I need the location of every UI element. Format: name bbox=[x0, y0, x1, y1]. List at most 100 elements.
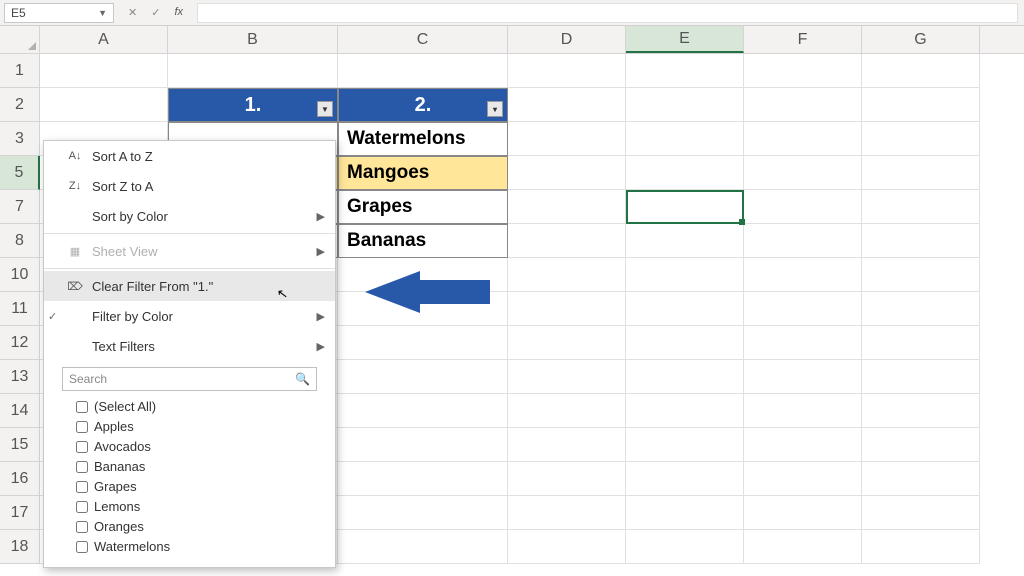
cell[interactable] bbox=[508, 190, 626, 224]
row-header[interactable]: 15 bbox=[0, 428, 40, 462]
checkbox[interactable] bbox=[76, 461, 88, 473]
cell[interactable] bbox=[862, 496, 980, 530]
col-header-B[interactable]: B bbox=[168, 26, 338, 53]
row-header[interactable]: 11 bbox=[0, 292, 40, 326]
row-header[interactable]: 7 bbox=[0, 190, 40, 224]
cell[interactable] bbox=[626, 462, 744, 496]
cell[interactable] bbox=[626, 496, 744, 530]
cell[interactable] bbox=[508, 428, 626, 462]
col-header-G[interactable]: G bbox=[862, 26, 980, 53]
col-header-E[interactable]: E bbox=[626, 26, 744, 53]
confirm-icon[interactable]: ✓ bbox=[151, 6, 160, 19]
filter-option[interactable]: Oranges bbox=[76, 517, 317, 537]
cell[interactable] bbox=[626, 190, 744, 224]
select-all-corner[interactable] bbox=[0, 26, 40, 53]
cell[interactable] bbox=[862, 122, 980, 156]
table-header-1[interactable]: 1. ▼ bbox=[168, 88, 338, 122]
cell[interactable] bbox=[744, 394, 862, 428]
cell[interactable] bbox=[744, 462, 862, 496]
filter-search-input[interactable]: Search🔍 bbox=[62, 367, 317, 391]
cell[interactable] bbox=[744, 54, 862, 88]
cell[interactable] bbox=[744, 360, 862, 394]
cell[interactable] bbox=[338, 326, 508, 360]
row-header[interactable]: 16 bbox=[0, 462, 40, 496]
col-header-C[interactable]: C bbox=[338, 26, 508, 53]
cell[interactable] bbox=[744, 224, 862, 258]
cell[interactable] bbox=[508, 326, 626, 360]
cell[interactable] bbox=[508, 360, 626, 394]
cell[interactable]: Grapes bbox=[338, 190, 508, 224]
text-filters[interactable]: Text Filters▶ bbox=[44, 331, 335, 361]
cell[interactable] bbox=[862, 394, 980, 428]
cell[interactable] bbox=[862, 292, 980, 326]
cell[interactable] bbox=[744, 88, 862, 122]
filter-option[interactable]: Apples bbox=[76, 417, 317, 437]
checkbox[interactable] bbox=[76, 501, 88, 513]
filter-option[interactable]: (Select All) bbox=[76, 397, 317, 417]
filter-option[interactable]: Bananas bbox=[76, 457, 317, 477]
cell[interactable] bbox=[508, 54, 626, 88]
row-header[interactable]: 1 bbox=[0, 54, 40, 88]
cell[interactable] bbox=[862, 258, 980, 292]
cell[interactable] bbox=[744, 292, 862, 326]
sort-by-color[interactable]: Sort by Color▶ bbox=[44, 201, 335, 231]
filter-by-color[interactable]: ✓Filter by Color▶ bbox=[44, 301, 335, 331]
checkbox[interactable] bbox=[76, 541, 88, 553]
cell[interactable] bbox=[626, 122, 744, 156]
cell[interactable] bbox=[338, 530, 508, 564]
filter-option[interactable]: Watermelons bbox=[76, 537, 317, 557]
checkbox[interactable] bbox=[76, 441, 88, 453]
cell[interactable] bbox=[508, 496, 626, 530]
cell[interactable] bbox=[626, 360, 744, 394]
cell[interactable] bbox=[626, 224, 744, 258]
cell[interactable] bbox=[508, 224, 626, 258]
cell[interactable] bbox=[338, 428, 508, 462]
cell[interactable] bbox=[862, 88, 980, 122]
cell[interactable]: Bananas bbox=[338, 224, 508, 258]
cell[interactable] bbox=[862, 224, 980, 258]
cell[interactable] bbox=[626, 258, 744, 292]
cell[interactable] bbox=[862, 530, 980, 564]
filter-option[interactable]: Lemons bbox=[76, 497, 317, 517]
cell[interactable] bbox=[508, 462, 626, 496]
cell[interactable] bbox=[508, 292, 626, 326]
cell[interactable] bbox=[862, 156, 980, 190]
row-header[interactable]: 3 bbox=[0, 122, 40, 156]
cell[interactable] bbox=[338, 496, 508, 530]
cancel-icon[interactable]: ✕ bbox=[128, 6, 137, 19]
filter-option[interactable]: Grapes bbox=[76, 477, 317, 497]
row-header[interactable]: 12 bbox=[0, 326, 40, 360]
filter-dropdown-icon[interactable]: ▾ bbox=[487, 101, 503, 117]
cell[interactable] bbox=[862, 54, 980, 88]
clear-filter[interactable]: ⌦Clear Filter From "1." bbox=[44, 271, 335, 301]
cell[interactable] bbox=[626, 394, 744, 428]
cell[interactable]: Watermelons bbox=[338, 122, 508, 156]
cell[interactable] bbox=[862, 190, 980, 224]
cell[interactable] bbox=[338, 394, 508, 428]
row-header[interactable]: 2 bbox=[0, 88, 40, 122]
cell[interactable] bbox=[862, 360, 980, 394]
cell[interactable] bbox=[744, 258, 862, 292]
cell[interactable] bbox=[744, 156, 862, 190]
cell[interactable] bbox=[508, 394, 626, 428]
cell[interactable] bbox=[338, 462, 508, 496]
row-header[interactable]: 8 bbox=[0, 224, 40, 258]
cell[interactable] bbox=[168, 54, 338, 88]
checkbox[interactable] bbox=[76, 421, 88, 433]
sort-z-to-a[interactable]: Z↓Sort Z to A bbox=[44, 171, 335, 201]
cell[interactable] bbox=[862, 326, 980, 360]
cell[interactable] bbox=[508, 88, 626, 122]
cell[interactable] bbox=[40, 88, 168, 122]
cell[interactable] bbox=[508, 122, 626, 156]
row-header[interactable]: 13 bbox=[0, 360, 40, 394]
cell[interactable] bbox=[626, 292, 744, 326]
row-header[interactable]: 14 bbox=[0, 394, 40, 428]
cell[interactable] bbox=[626, 428, 744, 462]
table-header-2[interactable]: 2. ▾ bbox=[338, 88, 508, 122]
cell-E5-selected[interactable] bbox=[626, 156, 744, 190]
cell[interactable] bbox=[338, 54, 508, 88]
sort-a-to-z[interactable]: A↓Sort A to Z bbox=[44, 141, 335, 171]
cell[interactable] bbox=[508, 258, 626, 292]
cell[interactable] bbox=[508, 156, 626, 190]
cell[interactable] bbox=[40, 54, 168, 88]
